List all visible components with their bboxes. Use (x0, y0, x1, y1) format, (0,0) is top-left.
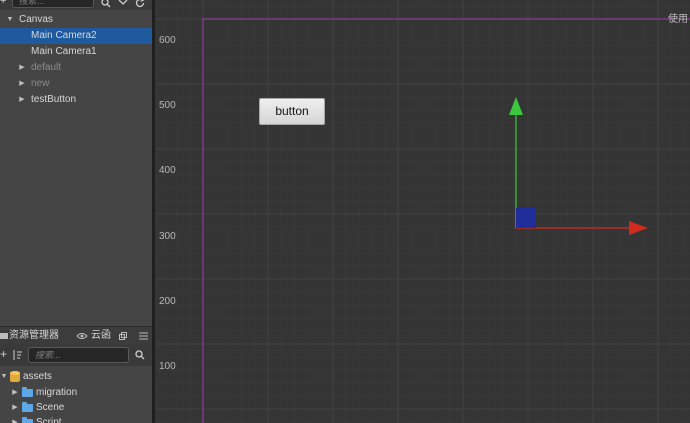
y-axis-label-500: 500 (159, 100, 176, 111)
asset-node-migration[interactable]: ▶ migration (0, 385, 152, 400)
y-axis-label-400: 400 (159, 165, 176, 176)
y-axis-label-100: 100 (159, 361, 176, 372)
menu-icon[interactable] (139, 332, 148, 340)
gizmo-center-handle[interactable] (516, 208, 536, 228)
expanded-arrow-icon[interactable]: ▼ (6, 12, 14, 28)
folder-tab-icon (0, 333, 8, 339)
test-button-node[interactable]: button (259, 98, 325, 125)
collapsed-arrow-icon[interactable]: ▶ (18, 92, 26, 108)
hierarchy-node-canvas[interactable]: ▼ Canvas (0, 12, 152, 28)
folder-icon (22, 402, 33, 412)
hierarchy-node-main-camera2[interactable]: Main Camera2 (0, 28, 152, 44)
hierarchy-node-testbutton[interactable]: ▶ testButton (0, 92, 152, 108)
folder-icon (22, 387, 33, 397)
search-icon[interactable] (135, 350, 145, 360)
canvas-frame (202, 18, 690, 423)
scene-view[interactable]: 600 500 400 300 200 100 使用 button (155, 0, 690, 423)
collapsed-arrow-icon[interactable]: ▶ (11, 385, 19, 400)
scene-canvas[interactable] (155, 0, 690, 423)
folder-icon (22, 417, 33, 423)
collapsed-arrow-icon[interactable]: ▶ (11, 415, 19, 423)
expanded-arrow-icon[interactable]: ▼ (0, 369, 8, 384)
refresh-icon[interactable] (135, 0, 145, 8)
collapsed-arrow-icon[interactable]: ▶ (18, 60, 26, 76)
hierarchy-node-main-camera1[interactable]: Main Camera1 (0, 44, 152, 60)
tab-asset-manager[interactable]: 资源管理器 (9, 327, 59, 345)
add-asset-icon[interactable]: + (0, 348, 7, 360)
y-axis-label-600: 600 (159, 35, 176, 46)
scene-grid (155, 0, 690, 423)
gizmo-y-arrow-icon[interactable] (509, 97, 523, 115)
use-label[interactable]: 使用 (668, 10, 688, 25)
hierarchy-node-default[interactable]: ▶ default (0, 60, 152, 76)
collapsed-arrow-icon[interactable]: ▶ (18, 76, 26, 92)
y-axis-label-300: 300 (159, 231, 176, 242)
hierarchy-search-input[interactable]: 搜索... (12, 0, 94, 8)
sort-icon[interactable] (12, 350, 22, 360)
collapsed-arrow-icon[interactable]: ▶ (11, 400, 19, 415)
hierarchy-toolbar: + 搜索... (0, 0, 152, 10)
hierarchy-node-new[interactable]: ▶ new (0, 76, 152, 92)
left-panel: + 搜索... ▼ Canvas Main Camera2 Main Camer… (0, 0, 152, 423)
popout-icon[interactable] (119, 332, 127, 340)
assets-toolbar: + 搜索... (0, 344, 152, 366)
cloud-icon (76, 333, 88, 339)
asset-node-script[interactable]: ▶ Script (0, 415, 152, 423)
database-icon (10, 371, 20, 382)
tab-cloud-functions[interactable]: 云函 (91, 327, 111, 345)
assets-panel-header: 资源管理器 云函 (0, 326, 152, 344)
collapse-icon[interactable] (118, 0, 128, 8)
y-axis-label-200: 200 (159, 296, 176, 307)
asset-node-scene[interactable]: ▶ Scene (0, 400, 152, 415)
asset-node-assets[interactable]: ▼ assets (0, 369, 152, 384)
add-node-icon[interactable]: + (0, 0, 8, 7)
search-icon[interactable] (101, 0, 111, 8)
asset-search-input[interactable]: 搜索... (28, 347, 129, 363)
